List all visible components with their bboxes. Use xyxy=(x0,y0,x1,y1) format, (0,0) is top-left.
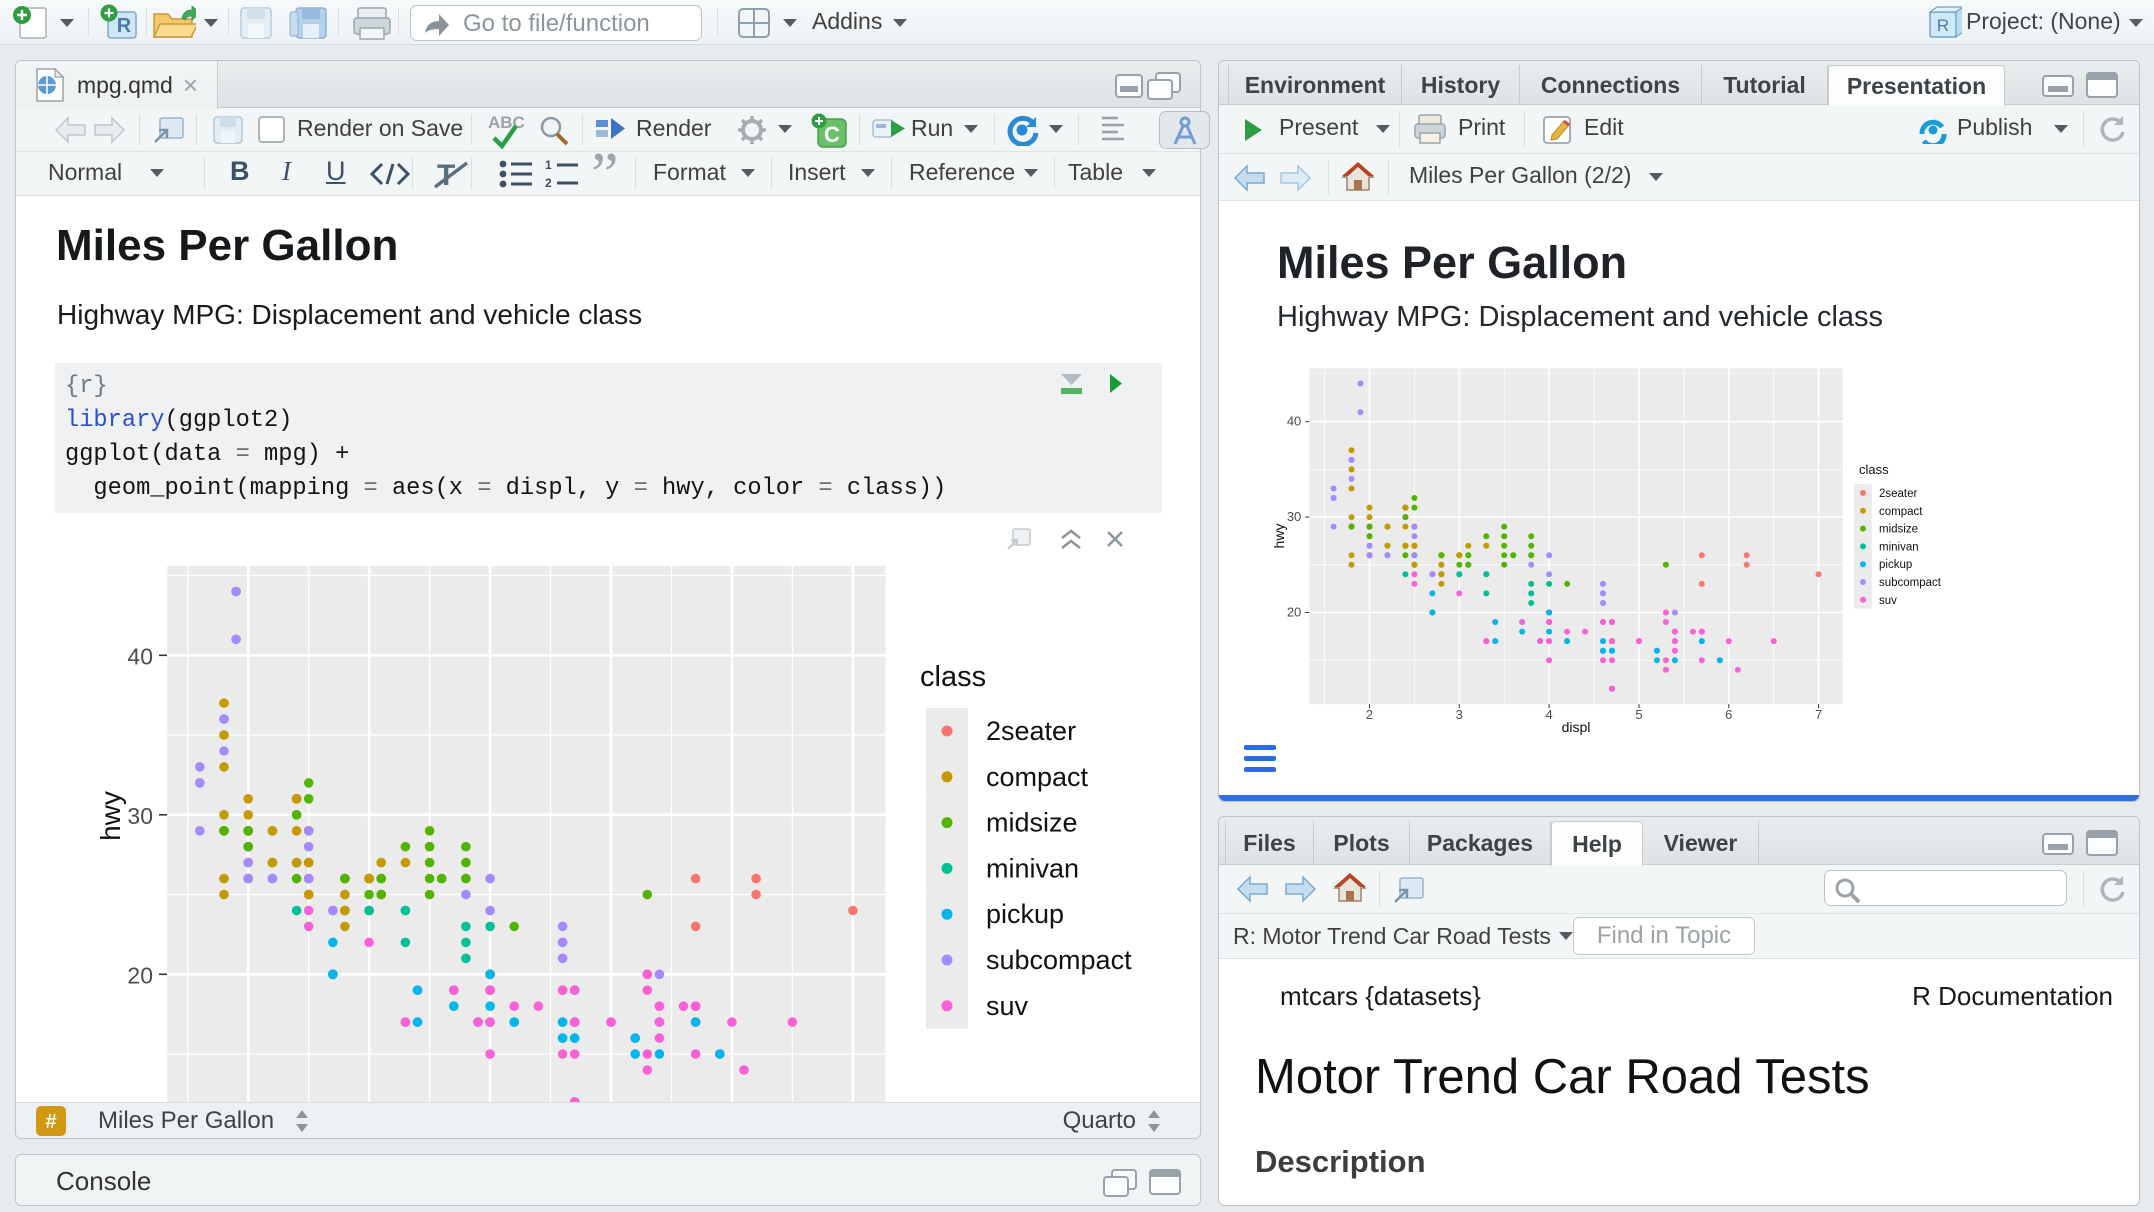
svg-text:C: C xyxy=(824,122,840,147)
svg-text:2: 2 xyxy=(1366,707,1373,722)
svg-text:4: 4 xyxy=(1545,707,1552,722)
svg-text:20: 20 xyxy=(1287,605,1301,620)
svg-text:6: 6 xyxy=(1725,707,1732,722)
svg-text:5: 5 xyxy=(1635,707,1642,722)
svg-text:40: 40 xyxy=(1287,414,1301,429)
svg-text:R: R xyxy=(117,15,132,37)
svg-text:compact: compact xyxy=(1879,506,1923,518)
svg-text:midsize: midsize xyxy=(986,808,1078,838)
svg-text:subcompact: subcompact xyxy=(986,945,1132,975)
svg-text:class: class xyxy=(1859,462,1889,477)
svg-text:#: # xyxy=(45,1111,56,1133)
svg-text:suv: suv xyxy=(1879,595,1897,607)
svg-text:1: 1 xyxy=(545,160,552,172)
svg-text:30: 30 xyxy=(1287,509,1301,524)
svg-text:7: 7 xyxy=(1815,707,1822,722)
svg-text:2: 2 xyxy=(545,176,552,188)
svg-text:ABC: ABC xyxy=(488,113,525,132)
svg-text:compact: compact xyxy=(986,762,1089,792)
svg-text:minivan: minivan xyxy=(986,853,1079,883)
svg-text:minivan: minivan xyxy=(1879,541,1919,553)
svg-text:20: 20 xyxy=(127,962,153,988)
svg-text:pickup: pickup xyxy=(986,899,1064,929)
svg-text:pickup: pickup xyxy=(1879,559,1912,571)
svg-text:40: 40 xyxy=(127,643,153,669)
svg-text:30: 30 xyxy=(127,803,153,829)
svg-text:3: 3 xyxy=(1456,707,1463,722)
svg-text:suv: suv xyxy=(986,991,1029,1021)
svg-text:subcompact: subcompact xyxy=(1879,577,1942,589)
svg-text:hwy: hwy xyxy=(1271,524,1287,549)
svg-text:displ: displ xyxy=(1562,719,1591,735)
svg-text:R: R xyxy=(1937,16,1949,35)
svg-text:midsize: midsize xyxy=(1879,524,1918,536)
svg-text:hwy: hwy xyxy=(95,791,126,841)
svg-text:2seater: 2seater xyxy=(1879,488,1918,500)
svg-text:class: class xyxy=(920,661,986,693)
svg-text:2seater: 2seater xyxy=(986,716,1076,746)
